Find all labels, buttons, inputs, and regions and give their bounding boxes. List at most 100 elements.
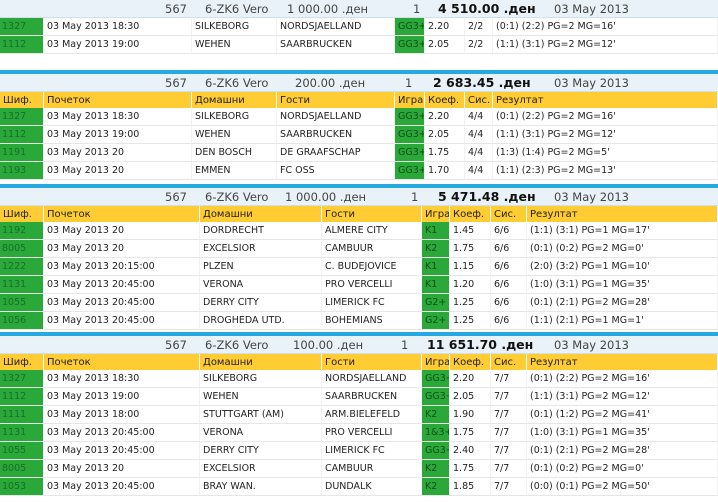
cell-system: 7/7 [491,388,527,406]
table-row[interactable]: 1131 03 May 2013 20:45:00 VERONA PRO VERCEL… [0,276,718,294]
column-header-odds: Коеф. [450,206,491,222]
table-row[interactable]: 1111 03 May 2013 18:00 STUTTGART (AM) ARM.B… [0,406,718,424]
table-row[interactable]: 1112 03 May 2013 19:00 WEHEN SAARBRUCKEN GG3… [0,36,718,54]
cell-away-team: PRO VERCELLI [322,276,422,294]
column-header-bet-type: Игра [395,92,425,108]
cell-system: 7/7 [491,370,527,388]
cell-home-team: WEHEN [192,36,277,54]
cell-bet-type: K2 [422,460,450,478]
cell-start-time: 03 May 2013 20:45:00 [44,294,200,312]
cell-result: (1:3) (1:4) PG=2 MG=5' [493,144,718,162]
cell-home-team: DERRY CITY [200,294,322,312]
cell-home-team: SILKEBORG [192,108,277,126]
cell-bet-type: G2+ [422,294,450,312]
cell-home-team: WEHEN [192,126,277,144]
column-header-system: Сис. [491,354,527,370]
cell-home-team: VERONA [200,424,322,442]
cell-away-team: NORDSJAELLAND [277,108,395,126]
cell-away-team: ARM.BIELEFELD [322,406,422,424]
ticket-summary-bar: 567 6-ZK6 Vero 1 000.00 .ден 1 5 471.48 .ден… [0,188,718,206]
cell-system: 6/6 [491,258,527,276]
cell-system: 6/6 [491,240,527,258]
ticket-stake: 1 000.00 .ден [287,2,369,16]
cell-code: 1327 [0,370,44,388]
cell-odds: 1.45 [450,222,491,240]
table-row[interactable]: 1112 03 May 2013 19:00 WEHEN SAARBRUCKEN GG3… [0,126,718,144]
column-header-system: Сис. [491,206,527,222]
column-header-result: Резултат [527,206,718,222]
ticket-date: 03 May 2013 [554,2,629,16]
table-row[interactable]: 1055 03 May 2013 20:45:00 DERRY CITY LIMERI… [0,294,718,312]
ticket-block: 567 6-ZK6 Vero 1 000.00 .ден 1 5 471.48 .ден… [0,188,718,330]
table-row[interactable]: 1192 03 May 2013 20 DORDRECHT ALMERE CITY K1… [0,222,718,240]
ticket-count: 1 [405,76,413,90]
cell-system: 2/2 [465,18,493,36]
column-header-code: Шиф. [0,206,44,222]
cell-result: (1:1) (2:1) PG=1 MG=1' [527,312,718,330]
cell-result: (1:0) (3:1) PG=1 MG=35' [527,276,718,294]
column-header-bet-type: Игра [422,206,450,222]
ticket-count: 1 [401,338,409,352]
ticket-date: 03 May 2013 [554,76,629,90]
table-row[interactable]: 1112 03 May 2013 19:00 WEHEN SAARBRUCKEN GG3… [0,388,718,406]
cell-start-time: 03 May 2013 20:45:00 [44,442,200,460]
cell-bet-type: GG3+ [395,162,425,180]
table-row[interactable]: 1327 03 May 2013 18:30 SILKEBORG NORDSJAELL… [0,18,718,36]
cell-result: (1:1) (3:1) PG=2 MG=12' [493,36,718,54]
cell-code: 1191 [0,144,44,162]
cell-code: 1112 [0,36,44,54]
cell-bet-type: K2 [422,406,450,424]
table-row[interactable]: 1193 03 May 2013 20 EMMEN FC OSS GG3+ 1.70 4/4… [0,162,718,180]
cell-bet-type: GG3+ [422,370,450,388]
column-header-start-time: Почеток [44,92,192,108]
cell-result: (0:1) (2:2) PG=2 MG=16' [493,18,718,36]
cell-code: 1193 [0,162,44,180]
table-row[interactable]: 1327 03 May 2013 18:30 SILKEBORG NORDSJAELL… [0,108,718,126]
cell-home-team: STUTTGART (AM) [200,406,322,424]
ticket-payout: 11 651.70 .ден [427,337,534,352]
cell-away-team: SAARBRUCKEN [277,36,395,54]
table-row[interactable]: 1191 03 May 2013 20 DEN BOSCH DE GRAAFSCHAP… [0,144,718,162]
cell-bet-type: G2+ [422,312,450,330]
cell-odds: 1.75 [450,240,491,258]
table-row[interactable]: 1055 03 May 2013 20:45:00 DERRY CITY LIMERI… [0,442,718,460]
table-row[interactable]: 1056 03 May 2013 20:45:00 DROGHEDA UTD. BOH… [0,312,718,330]
table-row[interactable]: 1131 03 May 2013 20:45:00 VERONA PRO VERCEL… [0,424,718,442]
table-row[interactable]: 1222 03 May 2013 20:15:00 PLZEN C. BUDEJOVI… [0,258,718,276]
cell-start-time: 03 May 2013 20 [44,162,192,180]
ticket-summary-bar: 567 6-ZK6 Vero 100.00 .ден 1 11 651.70 .ден 0… [0,336,718,354]
cell-system: 7/7 [491,442,527,460]
cell-code: 1112 [0,126,44,144]
cell-bet-type: K2 [422,240,450,258]
cell-system: 7/7 [491,478,527,496]
cell-result: (2:0) (3:2) PG=1 MG=10' [527,258,718,276]
cell-away-team: CAMBUUR [322,460,422,478]
cell-code: 8005 [0,240,44,258]
column-header-home-team: Домашни [192,92,277,108]
cell-odds: 1.75 [425,144,465,162]
cell-bet-type: GG3+ [395,126,425,144]
table-row[interactable]: 1327 03 May 2013 18:30 SILKEBORG NORDSJAELL… [0,370,718,388]
cell-odds: 1.85 [450,478,491,496]
table-row[interactable]: 8005 03 May 2013 20 EXCELSIOR CAMBUUR K2 1.75… [0,460,718,478]
cell-result: (1:0) (3:1) PG=1 MG=35' [527,424,718,442]
cell-system: 4/4 [465,108,493,126]
cell-system: 6/6 [491,294,527,312]
table-row[interactable]: 1053 03 May 2013 20:45:00 BRAY WAN. DUNDALK… [0,478,718,496]
table-row[interactable]: 8005 03 May 2013 20 EXCELSIOR CAMBUUR K2 1.75… [0,240,718,258]
cell-code: 8005 [0,460,44,478]
ticket-table: Шиф. Почеток Домашни Гости Игра Коеф. Сис. Резу… [0,92,718,180]
cell-away-team: BOHEMIANS [322,312,422,330]
cell-bet-type: GG3+ [395,144,425,162]
cell-start-time: 03 May 2013 20 [44,222,200,240]
cell-start-time: 03 May 2013 19:00 [44,388,200,406]
cell-system: 4/4 [465,162,493,180]
cell-start-time: 03 May 2013 19:00 [44,126,192,144]
cell-away-team: LIMERICK FC [322,294,422,312]
column-header-home-team: Домашни [200,354,322,370]
ticket-id: 567 [165,2,187,16]
cell-odds: 2.40 [450,442,491,460]
cell-odds: 1.75 [450,424,491,442]
cell-start-time: 03 May 2013 20 [44,460,200,478]
cell-away-team: PRO VERCELLI [322,424,422,442]
